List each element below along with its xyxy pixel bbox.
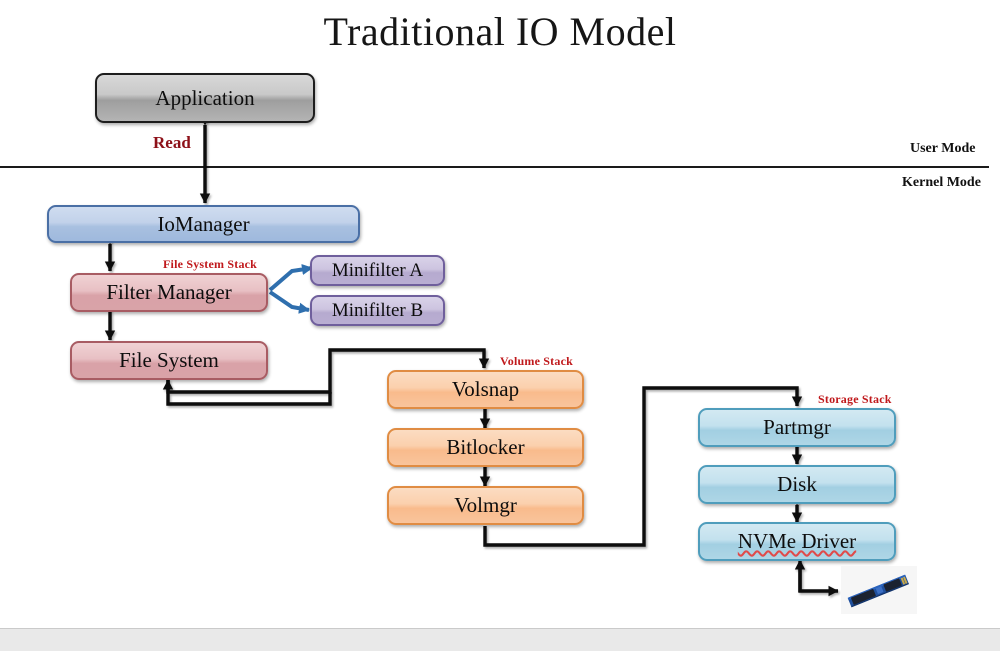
node-volmgr[interactable]: Volmgr (387, 486, 584, 525)
user-mode-label: User Mode (910, 141, 976, 156)
read-edge-label: Read (153, 133, 191, 152)
label-file-system-stack: File System Stack (163, 257, 258, 271)
node-volsnap[interactable]: Volsnap (387, 370, 584, 409)
edge-filtermanager-minifilter-b (268, 290, 310, 314)
node-minifilter-a[interactable]: Minifilter A (310, 255, 445, 286)
node-partmgr[interactable]: Partmgr (698, 408, 896, 447)
label-volume-stack: Volume Stack (500, 354, 573, 368)
edge-filtermanager-minifilter-a (268, 263, 313, 292)
edge-nvmedriver-to-ssd (798, 563, 839, 597)
node-file-system[interactable]: File System (70, 341, 268, 380)
footer-bar (0, 628, 1000, 651)
node-nvme-driver[interactable]: NVMe Driver (698, 522, 896, 561)
edge-volsnap-to-filesystem (162, 379, 332, 406)
label-storage-stack: Storage Stack (818, 392, 892, 406)
node-filter-manager[interactable]: Filter Manager (70, 273, 268, 312)
kernel-mode-label: Kernel Mode (902, 175, 981, 190)
node-nvme-driver-label: NVMe Driver (737, 529, 857, 553)
node-iomanager[interactable]: IoManager (47, 205, 360, 243)
node-minifilter-b[interactable]: Minifilter B (310, 295, 445, 326)
node-application[interactable]: Application (95, 73, 315, 123)
user-kernel-divider (0, 166, 989, 168)
nvme-ssd-image (841, 566, 917, 614)
slide-canvas: Traditional IO Model User Mode Kernel Mo… (0, 0, 1000, 651)
page-title: Traditional IO Model (323, 9, 677, 54)
node-bitlocker[interactable]: Bitlocker (387, 428, 584, 467)
node-disk[interactable]: Disk (698, 465, 896, 504)
